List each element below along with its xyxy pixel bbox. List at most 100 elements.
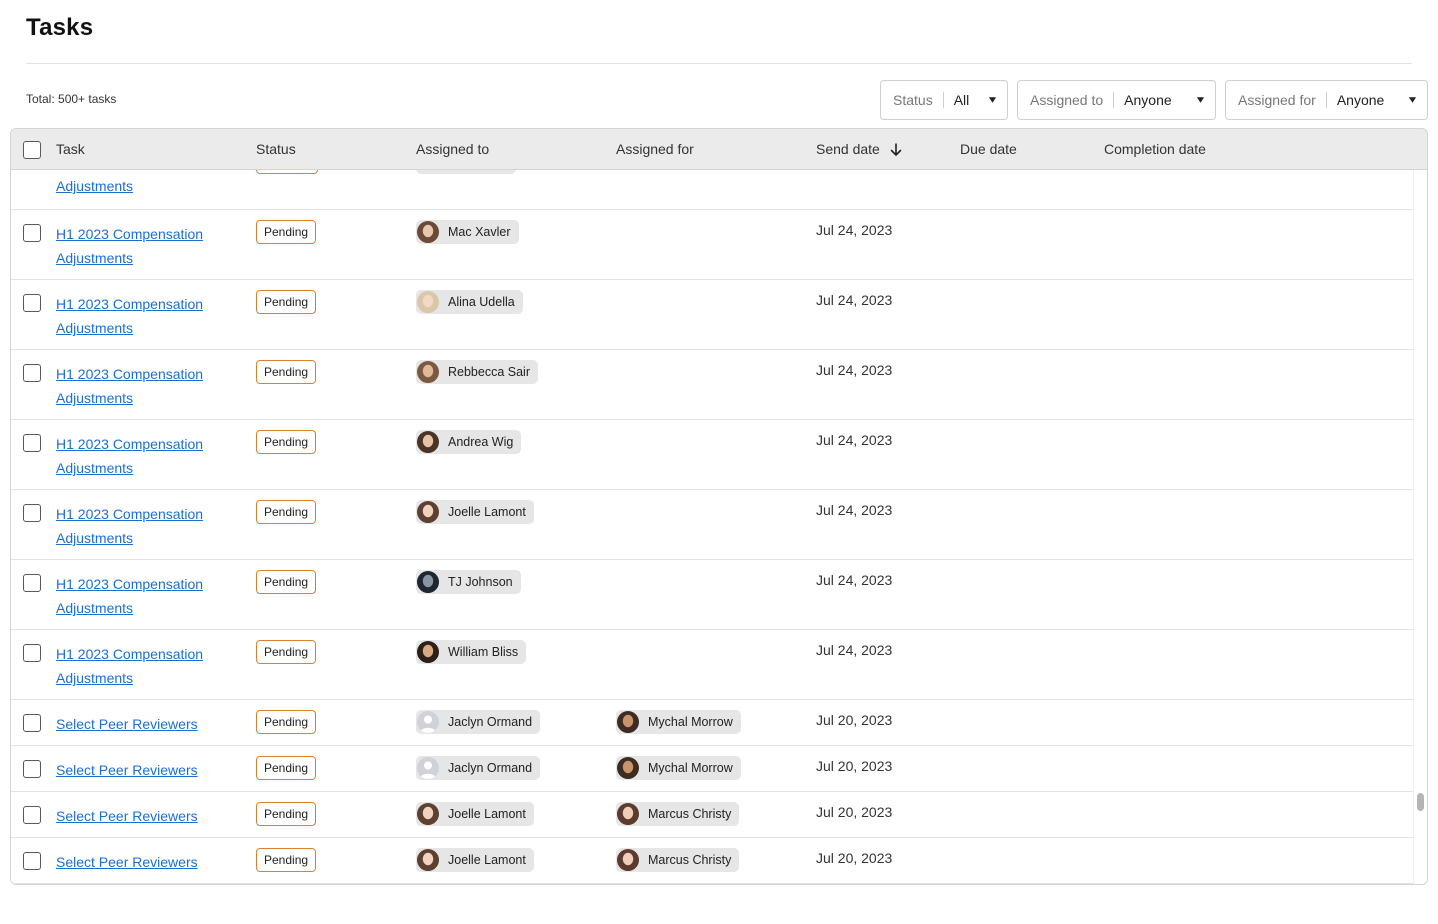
column-header-assigned-for[interactable]: Assigned for: [616, 129, 694, 170]
table-row: H1 2023 Compensation Adjustments Pending M…: [11, 210, 1413, 280]
assigned-for-chip[interactable]: Marcus Christy: [616, 848, 740, 872]
table-row: H1 2023 Compensation Adjustments Pending A…: [11, 420, 1413, 490]
assigned-for-chip[interactable]: Mychal Morrow: [616, 756, 741, 780]
arrow-down-icon: [890, 143, 902, 157]
task-link[interactable]: H1 2023 Compensation Adjustments: [56, 432, 241, 480]
table-row: H1 2023 Compensation Adjustments Pending R…: [11, 350, 1413, 420]
user-avatar-icon: [417, 849, 439, 871]
caret-down-icon: [1407, 95, 1417, 105]
row-checkbox[interactable]: [23, 644, 41, 662]
send-date: Jul 20, 2023: [816, 850, 893, 866]
row-checkbox[interactable]: [23, 504, 41, 522]
assigned-to-chip[interactable]: Jaclyn Ormand: [416, 756, 541, 780]
column-header-send-date[interactable]: Send date: [816, 129, 902, 170]
assigned-to-chip[interactable]: TJ Johnson: [416, 570, 521, 594]
task-link[interactable]: H1 2023 Compensation Adjustments: [56, 222, 241, 270]
task-link[interactable]: H1 2023 Compensation Adjustments: [56, 572, 241, 620]
user-avatar-icon: [417, 431, 439, 453]
filter-separator: [1325, 92, 1327, 108]
send-date: Jul 24, 2023: [816, 642, 893, 658]
assigned-for-name: Marcus Christy: [648, 807, 732, 821]
table-header: Task Status Assigned to Assigned for Sen…: [11, 129, 1427, 170]
send-date: Jul 24, 2023: [816, 362, 893, 378]
user-avatar-icon: [617, 849, 639, 871]
user-avatar-icon: [617, 803, 639, 825]
table-row: Select Peer Reviewers Pending Joelle Lamon…: [11, 838, 1413, 884]
status-badge: Pending: [256, 430, 317, 454]
row-checkbox[interactable]: [23, 294, 41, 312]
status-badge: Pending: [256, 290, 317, 314]
table-row: H1 2023 Compensation Adjustments Pending A…: [11, 280, 1413, 350]
status-filter-value: All: [953, 92, 970, 108]
assigned-for-chip[interactable]: Marcus Christy: [616, 802, 740, 826]
status-badge: Pending: [256, 640, 317, 664]
assigned-to-name: Rebbecca Sair: [448, 365, 530, 379]
assigned-to-chip[interactable]: Joelle Lamont: [416, 500, 534, 524]
tasks-table: Task Status Assigned to Assigned for Sen…: [10, 128, 1428, 885]
table-row: Adjustments: [11, 170, 1413, 210]
total-count: Total: 500+ tasks: [26, 92, 117, 106]
task-link[interactable]: Adjustments: [56, 174, 241, 198]
task-link[interactable]: Select Peer Reviewers: [56, 712, 241, 736]
assigned-to-chip[interactable]: Joelle Lamont: [416, 848, 534, 872]
task-link[interactable]: H1 2023 Compensation Adjustments: [56, 642, 241, 690]
assigned-for-name: Mychal Morrow: [648, 715, 733, 729]
status-badge: Pending: [256, 848, 317, 872]
table-body: Adjustments H1 2023 Compensation Adjustm…: [11, 170, 1413, 884]
assigned-for-name: Marcus Christy: [648, 853, 732, 867]
task-link[interactable]: Select Peer Reviewers: [56, 804, 241, 828]
assigned-to-chip[interactable]: Mac Xavler: [416, 220, 519, 244]
assigned-for-filter[interactable]: Assigned for Anyone: [1225, 80, 1428, 120]
title-divider: [26, 63, 1412, 64]
column-header-completion-date[interactable]: Completion date: [1104, 129, 1206, 170]
column-header-assigned-to[interactable]: Assigned to: [416, 129, 489, 170]
task-link[interactable]: H1 2023 Compensation Adjustments: [56, 362, 241, 410]
row-checkbox[interactable]: [23, 806, 41, 824]
assigned-for-filter-label: Assigned for: [1238, 92, 1316, 108]
assigned-to-filter[interactable]: Assigned to Anyone: [1017, 80, 1216, 120]
vertical-scrollbar[interactable]: [1413, 170, 1425, 884]
send-date: Jul 24, 2023: [816, 432, 893, 448]
assigned-for-chip[interactable]: Mychal Morrow: [616, 710, 741, 734]
status-badge: Pending: [256, 220, 317, 244]
assigned-to-name: Alina Udella: [448, 295, 515, 309]
table-row: H1 2023 Compensation Adjustments Pending T…: [11, 560, 1413, 630]
assigned-to-name: Mac Xavler: [448, 225, 511, 239]
table-row: Select Peer Reviewers Pending Jaclyn Orman…: [11, 700, 1413, 746]
column-header-due-date[interactable]: Due date: [960, 129, 1017, 170]
assigned-to-chip[interactable]: William Bliss: [416, 640, 527, 664]
row-checkbox[interactable]: [23, 574, 41, 592]
page-title: Tasks: [26, 14, 94, 41]
row-checkbox[interactable]: [23, 852, 41, 870]
assigned-to-name: William Bliss: [448, 645, 519, 659]
column-header-task[interactable]: Task: [56, 129, 85, 170]
row-checkbox[interactable]: [23, 760, 41, 778]
caret-down-icon: [987, 95, 997, 105]
user-avatar-icon: [417, 501, 439, 523]
status-filter[interactable]: Status All: [880, 80, 1008, 120]
status-badge: Pending: [256, 802, 317, 826]
select-all-checkbox[interactable]: [23, 141, 41, 159]
assigned-to-chip[interactable]: Alina Udella: [416, 290, 523, 314]
row-checkbox[interactable]: [23, 434, 41, 452]
row-checkbox[interactable]: [23, 224, 41, 242]
task-link[interactable]: Select Peer Reviewers: [56, 850, 241, 874]
assigned-to-chip[interactable]: Jaclyn Ormand: [416, 710, 541, 734]
table-row: H1 2023 Compensation Adjustments Pending J…: [11, 490, 1413, 560]
scrollbar-thumb[interactable]: [1417, 793, 1424, 811]
row-checkbox[interactable]: [23, 714, 41, 732]
assigned-to-name: Jaclyn Ormand: [448, 761, 533, 775]
assigned-to-chip[interactable]: Joelle Lamont: [416, 802, 534, 826]
status-filter-label: Status: [893, 92, 933, 108]
assigned-to-name: Andrea Wig: [448, 435, 514, 449]
caret-down-icon: [1195, 95, 1205, 105]
task-link[interactable]: H1 2023 Compensation Adjustments: [56, 292, 241, 340]
column-header-status[interactable]: Status: [256, 129, 296, 170]
assigned-to-chip[interactable]: Rebbecca Sair: [416, 360, 538, 384]
row-checkbox[interactable]: [23, 364, 41, 382]
task-link[interactable]: H1 2023 Compensation Adjustments: [56, 502, 241, 550]
assigned-to-chip[interactable]: Andrea Wig: [416, 430, 522, 454]
task-link[interactable]: Select Peer Reviewers: [56, 758, 241, 782]
status-badge: Pending: [256, 570, 317, 594]
assigned-for-filter-value: Anyone: [1336, 92, 1385, 108]
